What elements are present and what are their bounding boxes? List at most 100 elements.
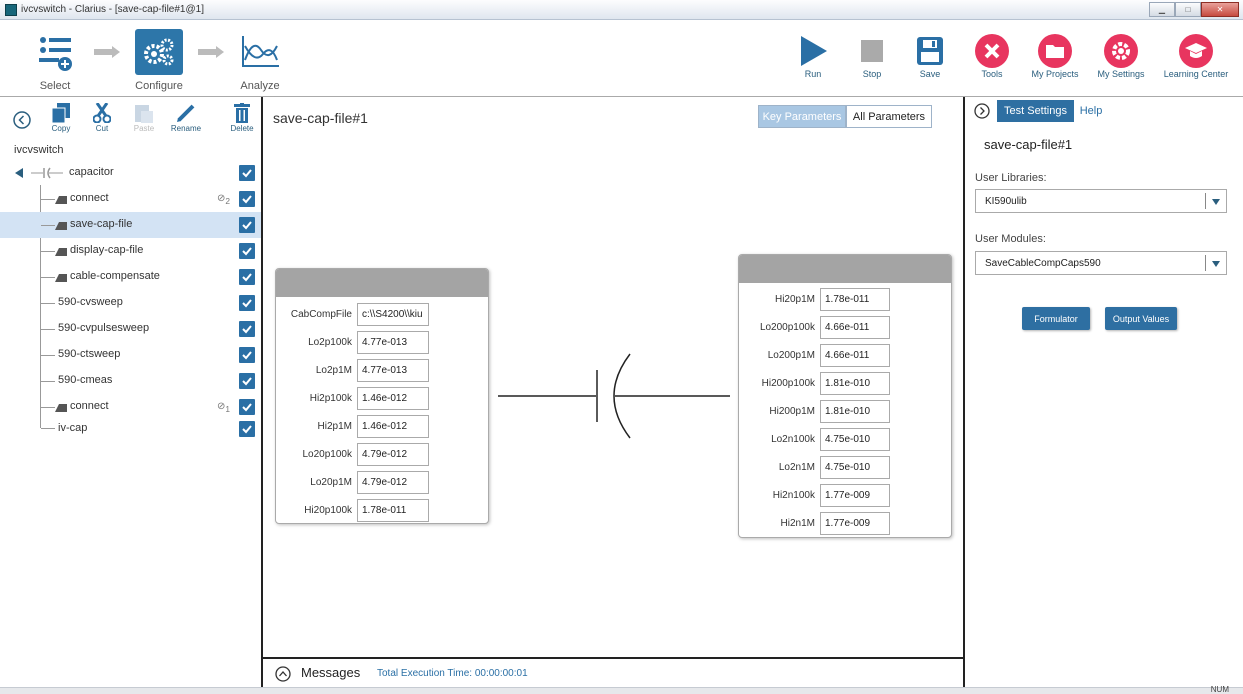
capacitor-icon [31, 167, 63, 179]
enable-checkbox[interactable] [239, 295, 255, 311]
num-lock-indicator: NUM [1210, 685, 1229, 694]
enable-checkbox[interactable] [239, 373, 255, 389]
execution-time: Total Execution Time: 00:00:00:01 [377, 668, 528, 679]
param-value-field[interactable]: c:\\S4200\\kiu [357, 303, 429, 326]
tree-item-connect[interactable]: connect ⊘2 [0, 186, 261, 212]
user-modules-select[interactable]: SaveCableCompCaps590 [975, 251, 1227, 275]
tree-item-label: iv-cap [58, 422, 88, 434]
param-value-field[interactable]: 4.75e-010 [820, 456, 890, 479]
output-values-button[interactable]: Output Values [1105, 307, 1177, 330]
enable-checkbox[interactable] [239, 243, 255, 259]
analyze-label: Analyze [240, 80, 280, 92]
param-value-field[interactable]: 4.75e-010 [820, 428, 890, 451]
delete-button[interactable]: Delete [226, 103, 258, 133]
param-value-field[interactable]: 4.79e-012 [357, 471, 429, 494]
param-value-field[interactable]: 1.81e-010 [820, 372, 890, 395]
tree-item-590-cmeas[interactable]: 590-cmeas [0, 368, 261, 394]
enable-checkbox[interactable] [239, 421, 255, 437]
maximize-button[interactable]: □ [1175, 2, 1201, 17]
workflow-arrow-icon [94, 46, 120, 58]
tab-test-settings[interactable]: Test Settings [997, 100, 1074, 122]
collapse-panel-button[interactable] [12, 111, 32, 132]
status-bar: NUM [0, 685, 1243, 694]
tree-item-save-cap-file[interactable]: save-cap-file [0, 212, 261, 238]
select-step[interactable]: Select [20, 20, 90, 97]
stop-button[interactable]: Stop [844, 20, 900, 97]
settings-panel: Test Settings Help save-cap-file#1 User … [963, 97, 1243, 687]
configure-step[interactable]: Configure [124, 20, 194, 97]
param-value-field[interactable]: 4.66e-011 [820, 316, 890, 339]
param-value-field[interactable]: 1.81e-010 [820, 400, 890, 423]
my-projects-button[interactable]: My Projects [1027, 20, 1083, 97]
param-value-field[interactable]: 4.77e-013 [357, 331, 429, 354]
tree-item-iv-cap[interactable]: iv-cap [0, 416, 261, 442]
rename-button[interactable]: Rename [170, 103, 202, 133]
tools-button[interactable]: Tools [964, 20, 1020, 97]
tree-item-590-cvpulsesweep[interactable]: 590-cvpulsesweep [0, 316, 261, 342]
param-value-field[interactable]: 1.78e-011 [357, 499, 429, 522]
messages-label: Messages [301, 665, 361, 680]
tab-key-parameters[interactable]: Key Parameters [758, 105, 846, 128]
folder-icon [1038, 34, 1072, 68]
enable-checkbox[interactable] [239, 191, 255, 207]
param-value-field[interactable]: 1.77e-009 [820, 512, 890, 535]
my-settings-button[interactable]: My Settings [1093, 20, 1149, 97]
user-libraries-value: KI590ulib [985, 196, 1027, 207]
terminal-header [276, 269, 488, 297]
user-libraries-label: User Libraries: [975, 172, 1047, 184]
minimize-button[interactable]: ▁ [1149, 2, 1175, 17]
tab-all-parameters[interactable]: All Parameters [846, 105, 932, 128]
param-value-field[interactable]: 4.66e-011 [820, 344, 890, 367]
device-enable-checkbox[interactable] [239, 165, 255, 181]
module-icon [55, 195, 67, 204]
param-row: Hi20p1M 1.78e-011 [739, 288, 953, 312]
enable-checkbox[interactable] [239, 269, 255, 285]
chevron-down-icon [1212, 261, 1220, 267]
param-row: Hi2n100k 1.77e-009 [739, 484, 953, 508]
close-button[interactable]: ✕ [1201, 2, 1239, 17]
tab-help[interactable]: Help [1075, 100, 1107, 122]
tree-item-590-ctsweep[interactable]: 590-ctsweep [0, 342, 261, 368]
chevron-up-circle-icon[interactable] [275, 666, 291, 682]
formulator-button[interactable]: Formulator [1022, 307, 1090, 330]
user-libraries-select[interactable]: KI590ulib [975, 189, 1227, 213]
copy-label: Copy [51, 124, 71, 133]
chevron-left-circle-icon [13, 111, 31, 129]
tree-device-capacitor[interactable]: capacitor [0, 160, 261, 186]
enable-checkbox[interactable] [239, 321, 255, 337]
param-value-field[interactable]: 1.46e-012 [357, 387, 429, 410]
save-button[interactable]: Save [902, 20, 958, 97]
tree-item-display-cap-file[interactable]: display-cap-file [0, 238, 261, 264]
run-button[interactable]: Run [785, 20, 841, 97]
learning-center-button[interactable]: Learning Center [1160, 20, 1232, 97]
param-row: Hi2n1M 1.77e-009 [739, 512, 953, 536]
tree-item-590-cvsweep[interactable]: 590-cvsweep [0, 290, 261, 316]
enable-checkbox[interactable] [239, 347, 255, 363]
expand-arrow-icon [15, 168, 23, 178]
param-value-field[interactable]: 4.77e-013 [357, 359, 429, 382]
enable-checkbox[interactable] [239, 399, 255, 415]
param-row: Lo200p1M 4.66e-011 [739, 344, 953, 368]
play-icon [796, 34, 830, 68]
paste-button[interactable]: Paste [128, 103, 160, 133]
param-value-field[interactable]: 1.77e-009 [820, 484, 890, 507]
cut-button[interactable]: Cut [86, 103, 118, 133]
param-value-field[interactable]: 1.46e-012 [357, 415, 429, 438]
module-icon [55, 247, 67, 256]
tree-item-cable-compensate[interactable]: cable-compensate [0, 264, 261, 290]
copy-button[interactable]: Copy [45, 103, 77, 133]
param-row: Lo2p100k 4.77e-013 [276, 331, 490, 355]
stop-label: Stop [862, 69, 882, 79]
cut-label: Cut [95, 124, 109, 133]
param-value-field[interactable]: 1.78e-011 [820, 288, 890, 311]
param-value-field[interactable]: 4.79e-012 [357, 443, 429, 466]
analyze-step[interactable]: Analyze [225, 20, 295, 97]
param-row: Lo2p1M 4.77e-013 [276, 359, 490, 383]
trash-icon [226, 103, 258, 123]
enable-checkbox[interactable] [239, 217, 255, 233]
learning-center-label: Learning Center [1163, 69, 1229, 79]
tree-item-label: 590-cmeas [58, 374, 113, 386]
param-row: Lo2n100k 4.75e-010 [739, 428, 953, 452]
param-label: Lo2p1M [315, 365, 352, 376]
chevron-right-circle-icon[interactable] [974, 103, 990, 119]
